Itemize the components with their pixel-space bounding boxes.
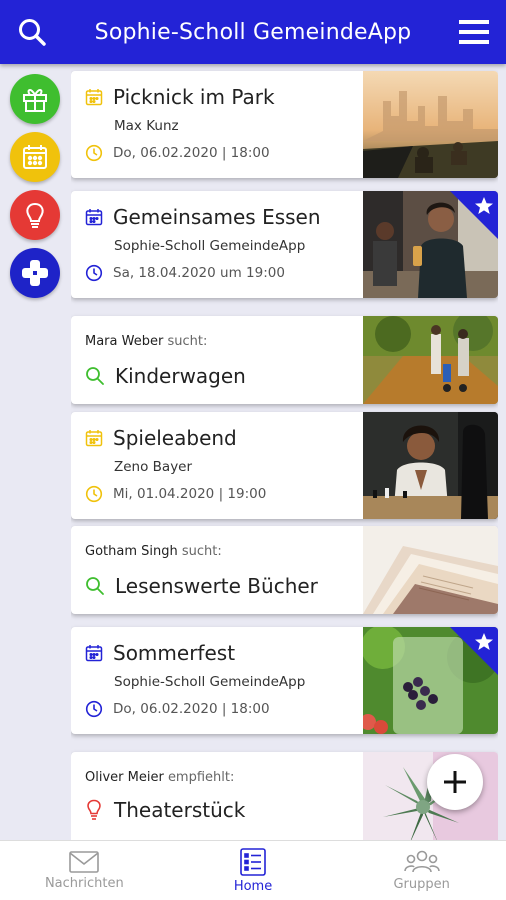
lightbulb-icon [87, 799, 101, 820]
group-icon [403, 850, 440, 872]
event-photo [363, 71, 498, 178]
card-date: Mi, 01.04.2020 | 19:00 [113, 486, 267, 502]
calendar-icon [85, 209, 103, 226]
clock-icon [85, 700, 103, 718]
envelope-icon [69, 850, 100, 873]
search-card[interactable]: Mara Weber sucht: Kinderwagen [71, 316, 498, 404]
card-organizer: Max Kunz [114, 118, 179, 134]
search-icon [86, 367, 104, 385]
category-calendar-button[interactable] [10, 132, 60, 182]
card-title: Sommerfest [113, 641, 236, 665]
tab-label: Nachrichten [44, 875, 124, 891]
category-gift-button[interactable] [10, 74, 60, 124]
calendar-icon [85, 645, 103, 662]
add-button[interactable] [427, 754, 483, 810]
tab-label: Home [233, 878, 273, 894]
hamburger-menu-icon [459, 20, 489, 44]
card-organizer: Sophie-Scholl GemeindeApp [114, 238, 306, 254]
calendar-icon [23, 145, 47, 169]
starred-badge [450, 627, 498, 675]
card-title: Kinderwagen [115, 364, 246, 388]
card-title: Spieleabend [113, 426, 237, 450]
card-person: Gotham Singh sucht: [85, 544, 222, 559]
category-idea-button[interactable] [10, 190, 60, 240]
plus-cross-icon [22, 260, 48, 286]
starred-badge [450, 191, 498, 239]
search-card[interactable]: Gotham Singh sucht: Lesenswerte Bücher [71, 526, 498, 614]
search-photo [363, 526, 498, 614]
lightbulb-icon [26, 202, 44, 228]
feed-list: Picknick im Park Max Kunz Do, 06.02.2020… [71, 64, 498, 840]
app-bar: Sophie-Scholl GemeindeApp [0, 0, 506, 64]
plus-icon [444, 771, 466, 793]
calendar-icon [85, 89, 103, 106]
card-organizer: Sophie-Scholl GemeindeApp [114, 674, 306, 690]
card-date: Do, 06.02.2020 | 18:00 [113, 145, 270, 161]
card-person: Oliver Meier empfiehlt: [85, 770, 235, 785]
search-icon [86, 577, 104, 595]
calendar-icon [85, 430, 103, 447]
tab-gruppen[interactable]: Gruppen [337, 841, 506, 900]
clock-icon [85, 144, 103, 162]
category-rail [10, 74, 60, 306]
list-icon [240, 847, 266, 876]
card-title: Theaterstück [114, 798, 246, 822]
card-organizer: Zeno Bayer [114, 459, 193, 475]
search-button[interactable] [0, 0, 64, 64]
card-date: Sa, 18.04.2020 um 19:00 [113, 265, 285, 281]
tab-nachrichten[interactable]: Nachrichten [0, 841, 169, 900]
clock-icon [85, 485, 103, 503]
search-photo [363, 316, 498, 404]
card-person: Mara Weber sucht: [85, 334, 208, 349]
bottom-navigation: Nachrichten Home Gruppen [0, 840, 506, 900]
event-photo [363, 412, 498, 519]
card-date: Do, 06.02.2020 | 18:00 [113, 701, 270, 717]
card-title: Lesenswerte Bücher [115, 574, 318, 598]
tab-home[interactable]: Home [169, 841, 338, 900]
event-card[interactable]: Picknick im Park Max Kunz Do, 06.02.2020… [71, 71, 498, 178]
event-card[interactable]: Gemeinsames Essen Sophie-Scholl Gemeinde… [71, 191, 498, 298]
event-card[interactable]: Sommerfest Sophie-Scholl GemeindeApp Do,… [71, 627, 498, 734]
event-card[interactable]: Spieleabend Zeno Bayer Mi, 01.04.2020 | … [71, 412, 498, 519]
app-title: Sophie-Scholl GemeindeApp [94, 19, 412, 45]
card-title: Gemeinsames Essen [113, 205, 321, 229]
category-help-button[interactable] [10, 248, 60, 298]
gift-icon [23, 89, 47, 112]
search-icon [19, 19, 46, 46]
tab-label: Gruppen [393, 876, 450, 892]
clock-icon [85, 264, 103, 282]
menu-button[interactable] [442, 0, 506, 64]
card-title: Picknick im Park [113, 85, 275, 109]
